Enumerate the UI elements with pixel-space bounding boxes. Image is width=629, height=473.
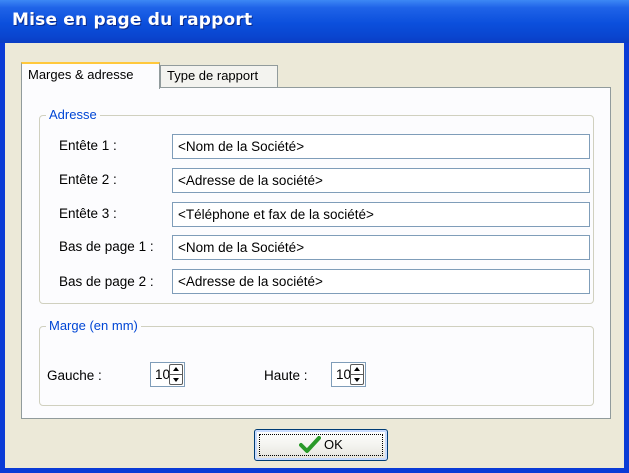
entete-1-label: Entête 1 :: [59, 138, 117, 153]
gauche-spinbox[interactable]: 10: [150, 362, 185, 387]
marge-group: Marge (en mm): [39, 318, 594, 406]
ok-button-label: OK: [324, 437, 343, 452]
entete-3-label: Entête 3 :: [59, 206, 117, 221]
bas-de-page-1-label: Bas de page 1 :: [59, 239, 154, 254]
title-bar[interactable]: Mise en page du rapport: [0, 0, 629, 43]
bas-de-page-2-field[interactable]: <Adresse de la société>: [172, 269, 590, 294]
entete-1-field[interactable]: <Nom de la Société>: [172, 134, 590, 159]
tab-type-de-rapport[interactable]: Type de rapport: [160, 65, 278, 87]
tab-panel: Adresse Entête 1 : <Nom de la Société> E…: [21, 87, 611, 419]
focus-rectangle: [259, 434, 383, 456]
adresse-legend: Adresse: [46, 107, 100, 123]
bas-de-page-1-field[interactable]: <Nom de la Société>: [172, 235, 590, 260]
entete-3-field[interactable]: <Téléphone et fax de la société>: [172, 202, 590, 227]
window-title: Mise en page du rapport: [12, 10, 253, 30]
haute-spinbox[interactable]: 10: [331, 362, 366, 387]
bas-de-page-2-label: Bas de page 2 :: [59, 274, 154, 289]
checkmark-icon: [299, 436, 321, 453]
entete-2-field[interactable]: <Adresse de la société>: [172, 168, 590, 193]
ok-button[interactable]: OK: [254, 429, 388, 461]
entete-2-label: Entête 2 :: [59, 172, 117, 187]
gauche-label: Gauche :: [47, 368, 102, 383]
haute-label: Haute :: [264, 368, 308, 383]
marge-legend: Marge (en mm): [46, 318, 141, 334]
gauche-stepper-buttons[interactable]: [169, 364, 183, 385]
haute-value: 10: [336, 367, 352, 382]
gauche-value: 10: [155, 367, 171, 382]
haute-stepper-buttons[interactable]: [350, 364, 364, 385]
tab-marges-adresse[interactable]: Marges & adresse: [21, 62, 160, 89]
